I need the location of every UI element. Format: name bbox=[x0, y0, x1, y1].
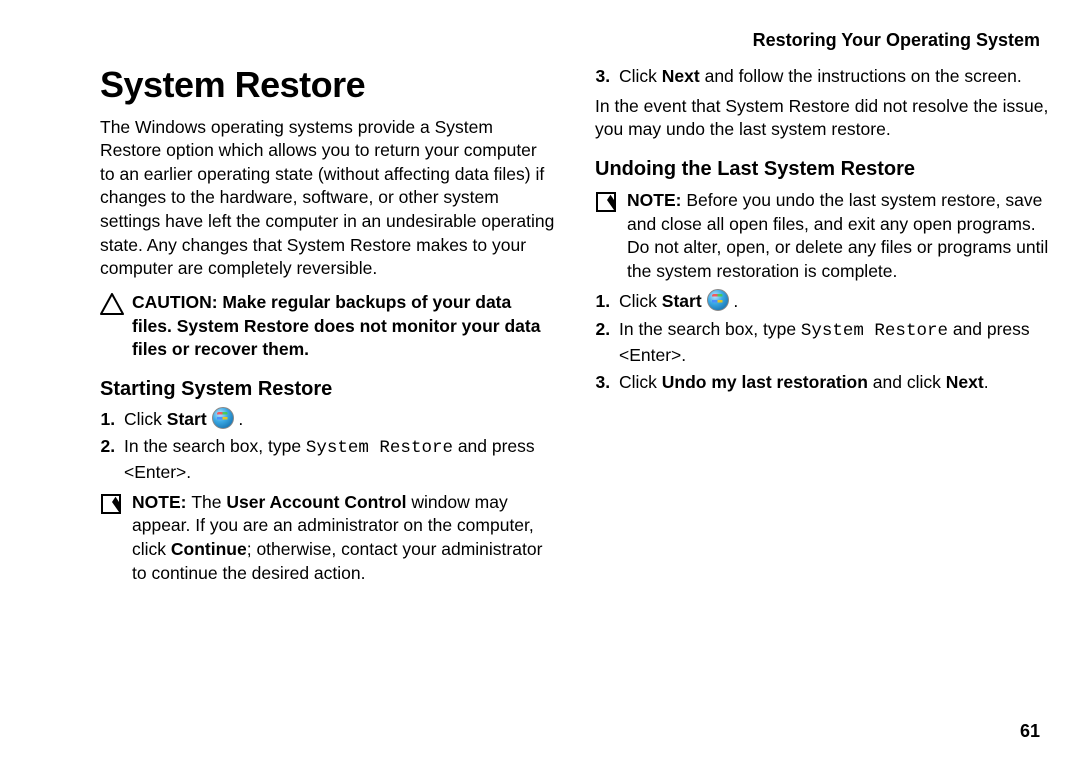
undo-step-1: Click Start . bbox=[615, 289, 1050, 314]
step-bold: Undo my last restoration bbox=[662, 372, 868, 392]
step-text: In the search box, type bbox=[124, 436, 306, 456]
step-text: Click bbox=[619, 66, 662, 86]
step-text: Click bbox=[124, 409, 167, 429]
caution-icon bbox=[100, 293, 126, 322]
windows-start-icon bbox=[212, 407, 234, 429]
undo-heading: Undoing the Last System Restore bbox=[595, 156, 1050, 183]
step-bold: Next bbox=[946, 372, 984, 392]
step-text: . bbox=[984, 372, 989, 392]
caution-callout: CAUTION: Make regular backups of your da… bbox=[100, 291, 555, 362]
two-column-layout: System Restore The Windows operating sys… bbox=[100, 61, 1050, 591]
page-title: System Restore bbox=[100, 61, 555, 110]
continued-steps: Click Next and follow the instructions o… bbox=[609, 65, 1050, 89]
mono-text: System Restore bbox=[801, 321, 948, 341]
note-text: NOTE: The User Account Control window ma… bbox=[132, 491, 555, 586]
undo-note-text: NOTE: Before you undo the last system re… bbox=[627, 189, 1050, 284]
undo-note-callout: NOTE: Before you undo the last system re… bbox=[595, 189, 1050, 284]
undo-steps: Click Start . In the search box, type Sy… bbox=[609, 289, 1050, 395]
note-body: The bbox=[191, 492, 226, 512]
start-label: Start bbox=[167, 409, 207, 429]
step-text: and click bbox=[868, 372, 946, 392]
step-text: Click bbox=[619, 372, 662, 392]
step-text: In the search box, type bbox=[619, 319, 801, 339]
note-label: NOTE: bbox=[132, 492, 191, 512]
step-bold: Next bbox=[662, 66, 700, 86]
windows-start-icon bbox=[707, 289, 729, 311]
left-column: System Restore The Windows operating sys… bbox=[100, 61, 555, 591]
note-bold: User Account Control bbox=[226, 492, 406, 512]
mono-text: System Restore bbox=[306, 438, 453, 458]
note-label: NOTE: bbox=[627, 190, 686, 210]
starting-heading: Starting System Restore bbox=[100, 376, 555, 403]
starting-step-2: In the search box, type System Restore a… bbox=[120, 435, 555, 484]
starting-step-1: Click Start . bbox=[120, 407, 555, 432]
page-number: 61 bbox=[1020, 721, 1040, 742]
starting-steps: Click Start . In the search box, type Sy… bbox=[114, 407, 555, 485]
undo-step-2: In the search box, type System Restore a… bbox=[615, 318, 1050, 367]
continued-step-3: Click Next and follow the instructions o… bbox=[615, 65, 1050, 89]
step-text: and follow the instructions on the scree… bbox=[700, 66, 1022, 86]
right-column: Click Next and follow the instructions o… bbox=[595, 61, 1050, 591]
note-icon bbox=[100, 493, 126, 515]
note-bold: Continue bbox=[171, 539, 247, 559]
step-text: Click bbox=[619, 291, 662, 311]
followup-paragraph: In the event that System Restore did not… bbox=[595, 95, 1050, 142]
start-label: Start bbox=[662, 291, 702, 311]
note-callout: NOTE: The User Account Control window ma… bbox=[100, 491, 555, 586]
page-header: Restoring Your Operating System bbox=[100, 30, 1050, 51]
note-icon bbox=[595, 191, 621, 213]
document-page: Restoring Your Operating System System R… bbox=[0, 0, 1080, 766]
caution-text: CAUTION: Make regular backups of your da… bbox=[132, 291, 555, 362]
note-body: Before you undo the last system restore,… bbox=[627, 190, 1048, 281]
undo-step-3: Click Undo my last restoration and click… bbox=[615, 371, 1050, 395]
intro-paragraph: The Windows operating systems provide a … bbox=[100, 116, 555, 281]
caution-label: CAUTION: bbox=[132, 292, 222, 312]
